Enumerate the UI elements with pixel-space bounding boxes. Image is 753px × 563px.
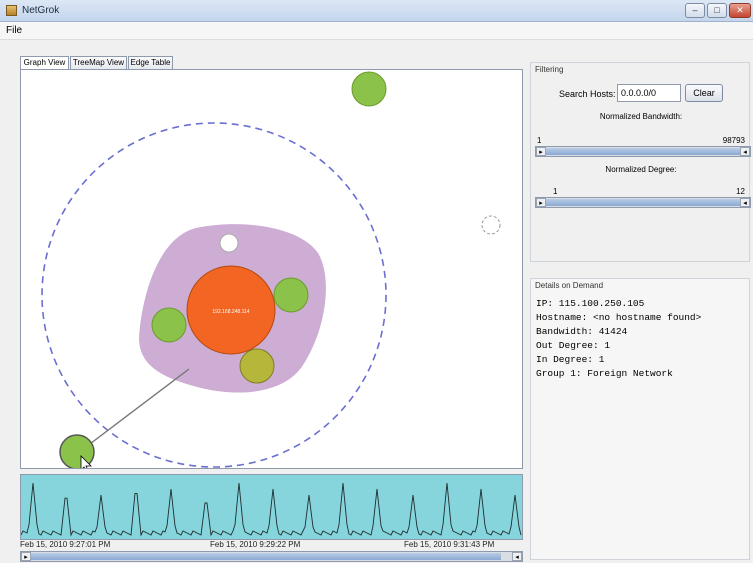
network-graph[interactable]: 192.168.248.114 <box>21 70 523 469</box>
detail-hostname: Hostname: <no hostname found> <box>536 312 702 323</box>
maximize-button[interactable]: □ <box>707 3 727 18</box>
bandwidth-timeline[interactable] <box>20 474 523 540</box>
degree-range-thumb[interactable] <box>546 199 742 206</box>
slider-right-arrow-icon[interactable]: ◂ <box>740 198 750 207</box>
timeline-mid-label: Feb 15, 2010 9:29:22 PM <box>210 540 301 549</box>
details-on-demand-panel: Details on Demand IP: 115.100.250.105 Ho… <box>530 278 750 560</box>
search-hosts-label: Search Hosts: <box>559 89 616 99</box>
degree-range-slider[interactable]: ▸ ◂ <box>535 197 751 208</box>
graph-view-panel[interactable]: 192.168.248.114 <box>20 69 523 469</box>
bandwidth-range-slider[interactable]: ▸ ◂ <box>535 146 751 157</box>
detail-out-degree: Out Degree: 1 <box>536 340 611 351</box>
timeline-range-thumb[interactable] <box>31 553 501 560</box>
tab-edge-table[interactable]: Edge Table <box>128 56 173 70</box>
host-node-small[interactable] <box>481 215 501 235</box>
bandwidth-min: 1 <box>537 136 542 145</box>
title-bar: NetGrok – □ ✕ <box>0 0 753 22</box>
timeline-start-label: Feb 15, 2010 9:27:01 PM <box>20 540 111 549</box>
slider-left-arrow-icon[interactable]: ▸ <box>536 198 546 207</box>
detail-ip: IP: 115.100.250.105 <box>536 298 645 309</box>
minimize-button[interactable]: – <box>685 3 705 18</box>
detail-in-degree: In Degree: 1 <box>536 354 605 365</box>
bandwidth-range-thumb[interactable] <box>546 148 742 155</box>
detail-bandwidth: Bandwidth: 41424 <box>536 326 628 337</box>
detail-group: Group 1: Foreign Network <box>536 368 673 379</box>
bandwidth-sparkline <box>20 482 522 537</box>
host-node[interactable] <box>239 348 275 384</box>
bandwidth-max: 98793 <box>722 136 745 145</box>
app-icon <box>6 5 17 16</box>
host-node[interactable] <box>151 307 187 343</box>
host-node-small[interactable] <box>219 233 239 253</box>
degree-label: Normalized Degree: <box>605 165 677 174</box>
window-title: NetGrok <box>22 5 60 16</box>
degree-max: 12 <box>736 187 745 196</box>
timeline-scrollbar[interactable]: ▸ ◂ <box>20 551 523 562</box>
slider-left-arrow-icon[interactable]: ▸ <box>536 147 546 156</box>
details-text: IP: 115.100.250.105 Hostname: <no hostna… <box>536 297 746 381</box>
host-node[interactable] <box>273 277 309 313</box>
connection-edge <box>77 368 190 454</box>
timeline-end-label: Feb 15, 2010 9:31:43 PM <box>404 540 495 549</box>
degree-min: 1 <box>553 187 558 196</box>
clear-button[interactable]: Clear <box>685 84 723 102</box>
details-title: Details on Demand <box>535 281 604 290</box>
menu-file[interactable]: File <box>6 25 22 36</box>
search-hosts-input[interactable] <box>617 84 681 102</box>
filtering-panel: Filtering Search Hosts: Clear Normalized… <box>530 62 751 262</box>
filtering-title: Filtering <box>535 65 564 74</box>
scroll-left-arrow-icon[interactable]: ▸ <box>21 552 31 561</box>
tab-treemap-view[interactable]: TreeMap View <box>70 56 127 70</box>
slider-right-arrow-icon[interactable]: ◂ <box>740 147 750 156</box>
menu-bar: File <box>0 22 753 40</box>
bandwidth-label: Normalized Bandwidth: <box>599 112 683 121</box>
close-button[interactable]: ✕ <box>729 3 751 18</box>
scroll-right-arrow-icon[interactable]: ◂ <box>512 552 522 561</box>
center-node-label: 192.168.248.114 <box>212 309 249 315</box>
host-node[interactable] <box>351 71 387 107</box>
